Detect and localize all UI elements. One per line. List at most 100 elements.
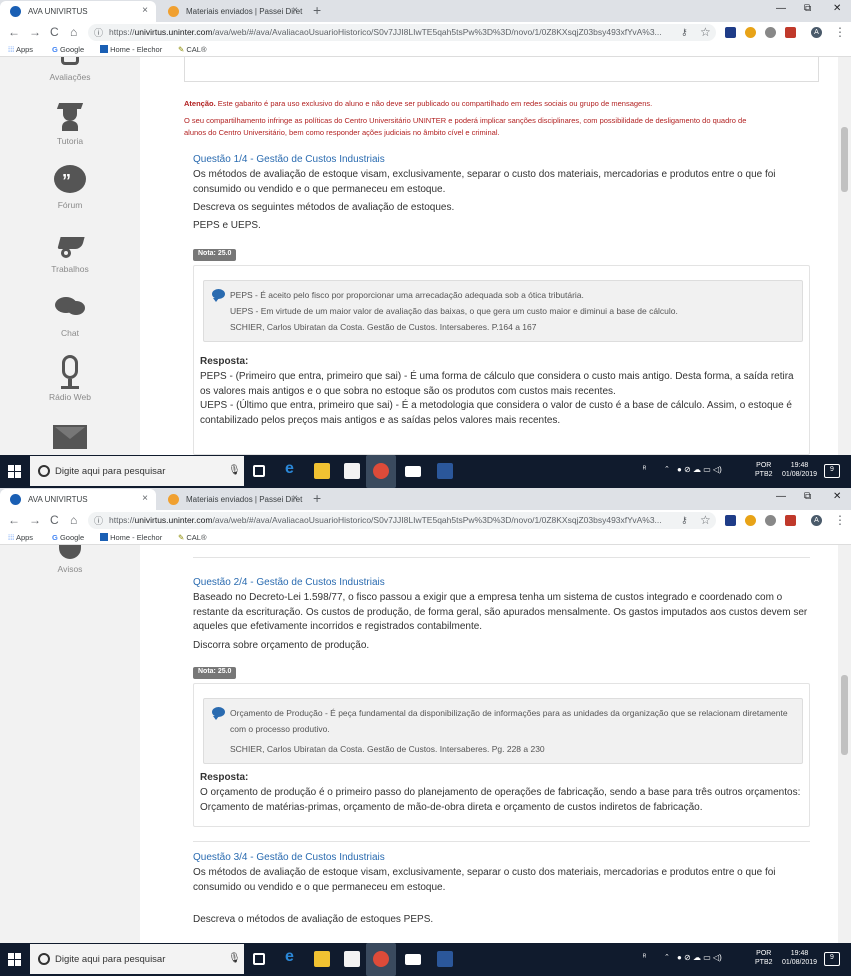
pdf-extension-icon[interactable] [785, 27, 796, 38]
windows-start-icon[interactable] [8, 465, 21, 478]
scrollbar[interactable] [838, 57, 851, 455]
close-tab-icon[interactable]: × [292, 493, 298, 504]
menu-icon[interactable]: ⋮ [834, 513, 846, 527]
clock[interactable]: 19:48 01/08/2019 [782, 461, 817, 479]
restore-button[interactable]: ⧉ [804, 3, 811, 14]
close-tab-icon[interactable]: × [292, 5, 298, 16]
bookmark-google[interactable]: G Google [52, 45, 84, 54]
new-tab-button[interactable]: + [313, 490, 321, 506]
close-window-button[interactable]: ✕ [833, 3, 841, 14]
home-icon[interactable]: ⌂ [70, 25, 77, 39]
scrollbar-thumb[interactable] [841, 675, 848, 755]
task-view-icon[interactable] [253, 465, 265, 477]
bookmark-cal[interactable]: ✎ CAL® [178, 533, 207, 542]
notification-icon[interactable]: 9 [824, 952, 840, 966]
tray-chevron-icon[interactable]: ⌃ [664, 953, 670, 962]
bookmark-apps[interactable]: ⁞⁞⁞ Apps [8, 533, 33, 542]
word-icon[interactable] [437, 463, 453, 479]
answer-card: Orçamento de Produção - É peça fundament… [193, 683, 810, 827]
extension-icon[interactable] [745, 515, 756, 526]
home-icon[interactable]: ⌂ [70, 513, 77, 527]
microphone-icon[interactable]: 🎙 [228, 953, 241, 964]
word-icon[interactable] [437, 951, 453, 967]
store-icon[interactable] [344, 463, 360, 479]
divider [193, 841, 810, 842]
forward-icon[interactable]: → [29, 513, 41, 527]
extension-icon[interactable] [745, 27, 756, 38]
tray-icons[interactable]: ● ⊘ ☁ ▭ ◁) [677, 953, 722, 962]
microphone-icon [53, 355, 87, 389]
key-icon[interactable]: ⚷ [681, 515, 688, 526]
key-icon[interactable]: ⚷ [681, 27, 688, 38]
minimize-button[interactable]: — [776, 491, 786, 502]
scrollbar-thumb[interactable] [841, 127, 848, 192]
bookmark-apps[interactable]: ⁞⁞⁞ Apps [8, 45, 33, 54]
clock[interactable]: 19:48 01/08/2019 [782, 949, 817, 967]
tab-ava-univirtus[interactable]: AVA UNIVIRTUS × [0, 489, 156, 510]
new-tab-button[interactable]: + [313, 2, 321, 18]
url-input[interactable]: ⓘ https://univirtus.uninter.com/ava/web/… [88, 24, 716, 41]
tab-materiais[interactable]: Materiais enviados | Passei Diret × [158, 489, 306, 510]
microphone-icon[interactable]: 🎙 [228, 465, 241, 476]
task-view-icon[interactable] [253, 953, 265, 965]
scrollbar[interactable] [838, 545, 851, 943]
bookmark-home-elechor[interactable]: Home - Elechor [100, 45, 162, 54]
sidebar: Avaliações Tutoria ” Fórum Trabalhos Cha… [0, 57, 140, 455]
bookmark-home-elechor[interactable]: Home - Elechor [100, 533, 162, 542]
close-window-button[interactable]: ✕ [833, 491, 841, 502]
profile-avatar[interactable]: A [811, 515, 822, 526]
bookmark-cal[interactable]: ✎ CAL® [178, 45, 207, 54]
sidebar-item-chat[interactable]: Chat [0, 291, 140, 338]
bookmark-google[interactable]: G Google [52, 533, 84, 542]
page-viewport: Avisos Questão 2/4 - Gestão de Custos In… [0, 545, 851, 943]
close-tab-icon[interactable]: × [142, 5, 148, 16]
close-tab-icon[interactable]: × [142, 493, 148, 504]
mail-icon[interactable] [405, 954, 421, 965]
grade-badge: Nota: 25.0 [193, 667, 237, 679]
taskbar-search-input[interactable]: Digite aqui para pesquisar 🎙 [30, 944, 244, 974]
file-explorer-icon[interactable] [314, 951, 330, 967]
restore-button[interactable]: ⧉ [804, 491, 811, 502]
tab-materiais[interactable]: Materiais enviados | Passei Diret × [158, 1, 306, 22]
mail-icon[interactable] [405, 466, 421, 477]
people-icon[interactable]: ᴿ [643, 953, 646, 962]
edge-icon[interactable]: e [285, 948, 301, 965]
store-icon[interactable] [344, 951, 360, 967]
extension-icon[interactable] [765, 27, 776, 38]
sidebar-item-radio-web[interactable]: Rádio Web [0, 355, 140, 402]
star-icon[interactable]: ☆ [700, 25, 711, 39]
tray-chevron-icon[interactable]: ⌃ [664, 465, 670, 474]
sidebar-item-avaliacoes[interactable]: Avaliações [0, 57, 140, 82]
back-icon[interactable]: ← [8, 25, 20, 39]
sidebar-item-forum[interactable]: ” Fórum [0, 163, 140, 210]
sidebar-item-trabalhos[interactable]: Trabalhos [0, 227, 140, 274]
question-title: Questão 1/4 - Gestão de Custos Industria… [193, 154, 385, 165]
tab-ava-univirtus[interactable]: AVA UNIVIRTUS × [0, 1, 156, 22]
menu-icon[interactable]: ⋮ [834, 25, 846, 39]
taskbar-search-input[interactable]: Digite aqui para pesquisar 🎙 [30, 456, 244, 486]
people-icon[interactable]: ᴿ [643, 465, 646, 474]
url-input[interactable]: ⓘ https://univirtus.uninter.com/ava/web/… [88, 512, 716, 529]
language-indicator[interactable]: POR PTB2 [755, 461, 773, 479]
tray-icons[interactable]: ● ⊘ ☁ ▭ ◁) [677, 465, 722, 474]
forward-icon[interactable]: → [29, 25, 41, 39]
back-icon[interactable]: ← [8, 513, 20, 527]
pdf-extension-icon[interactable] [785, 515, 796, 526]
file-explorer-icon[interactable] [314, 463, 330, 479]
edge-icon[interactable]: e [285, 460, 301, 477]
sidebar-item-mail[interactable] [0, 423, 140, 455]
notification-icon[interactable]: 9 [824, 464, 840, 478]
minimize-button[interactable]: — [776, 3, 786, 14]
windows-start-icon[interactable] [8, 953, 21, 966]
extension-icon[interactable] [725, 515, 736, 526]
extension-icon[interactable] [725, 27, 736, 38]
sidebar-item-avisos[interactable]: Avisos [0, 545, 140, 574]
tab-title: AVA UNIVIRTUS [28, 7, 88, 16]
language-indicator[interactable]: POR PTB2 [755, 949, 773, 967]
reload-icon[interactable]: C [50, 25, 59, 39]
star-icon[interactable]: ☆ [700, 513, 711, 527]
extension-icon[interactable] [765, 515, 776, 526]
reload-icon[interactable]: C [50, 513, 59, 527]
profile-avatar[interactable]: A [811, 27, 822, 38]
sidebar-item-tutoria[interactable]: Tutoria [0, 99, 140, 146]
